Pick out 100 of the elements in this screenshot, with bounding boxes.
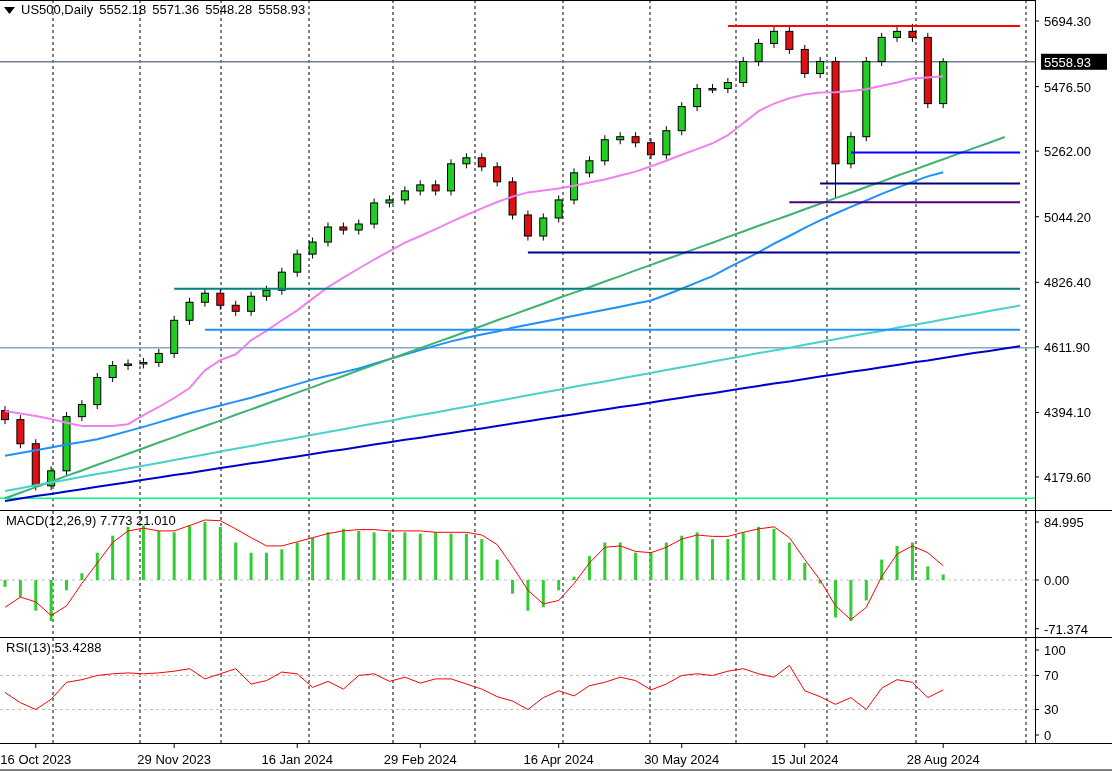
- candlestick: [800, 44, 809, 79]
- candlestick: [754, 38, 763, 67]
- axis-label: 5476.50: [1044, 79, 1091, 95]
- candlestick: [739, 56, 748, 88]
- symbol-title: US500,Daily: [21, 2, 94, 18]
- histogram-bar: [926, 566, 930, 580]
- axis-label: 4179.60: [1044, 469, 1091, 485]
- histogram-bar: [295, 542, 299, 580]
- dropdown-triangle-icon[interactable]: [4, 6, 15, 14]
- candlestick: [108, 360, 117, 383]
- histogram-bar: [480, 539, 484, 580]
- candlestick: [31, 438, 40, 491]
- candlestick: [447, 158, 455, 196]
- price-value: 5571.36: [152, 2, 200, 18]
- candlestick: [354, 219, 363, 236]
- axis-label: 84.995: [1044, 515, 1084, 531]
- histogram-bar: [541, 580, 545, 608]
- candlestick: [324, 222, 332, 248]
- axis-label: 29 Feb 2024: [383, 752, 457, 767]
- axis-label: 4394.10: [1044, 405, 1091, 421]
- candlestick: [816, 56, 825, 79]
- histogram-bar: [941, 574, 945, 580]
- histogram-bar: [772, 528, 776, 580]
- candlestick: [693, 83, 702, 112]
- candlestick: [662, 125, 671, 160]
- axis-label: 4611.90: [1044, 339, 1091, 355]
- histogram-bar: [372, 532, 376, 580]
- histogram-bar: [341, 528, 345, 580]
- candlestick: [677, 101, 686, 136]
- axis-label: 15 Jul 2024: [771, 752, 839, 767]
- histogram-bar: [464, 533, 468, 580]
- axis-label: 30: [1044, 702, 1059, 718]
- histogram-bar: [111, 535, 115, 580]
- histogram-bar: [188, 525, 192, 580]
- axis-label: 16 Apr 2024: [523, 752, 594, 767]
- axis-label: 5044.20: [1044, 209, 1091, 225]
- candlestick: [231, 300, 240, 317]
- axis-label: 5262.00: [1044, 144, 1091, 160]
- axis-label: 29 Nov 2023: [137, 752, 212, 767]
- histogram-bar: [434, 532, 438, 580]
- price-value: 5552.18: [99, 2, 147, 18]
- candlestick: [431, 179, 440, 196]
- price-value: 5548.28: [205, 2, 253, 18]
- histogram-bar: [787, 542, 791, 580]
- candlestick: [616, 131, 625, 145]
- histogram-bar: [818, 580, 822, 584]
- histogram-bar: [603, 542, 607, 580]
- chart-title: MACD(12,26,9) 7.773 21.010: [6, 513, 176, 529]
- candlestick: [1, 405, 9, 425]
- axis-label: 100: [1044, 643, 1066, 658]
- histogram-bar: [218, 526, 222, 580]
- candlestick: [416, 179, 425, 196]
- histogram-bar: [834, 580, 837, 618]
- histogram-bar: [249, 552, 253, 580]
- candlestick: [370, 197, 379, 229]
- histogram-bar: [357, 530, 361, 580]
- candlestick: [247, 291, 256, 317]
- candlestick: [570, 167, 579, 205]
- candlestick: [154, 348, 163, 368]
- histogram-bar: [157, 530, 161, 580]
- histogram-bar: [880, 559, 884, 580]
- histogram-bar: [264, 552, 268, 580]
- price-tag: 5558.93: [1041, 53, 1107, 70]
- histogram-bar: [864, 580, 868, 601]
- histogram-bar: [757, 526, 761, 580]
- candlestick: [523, 209, 532, 242]
- histogram-bar: [95, 552, 99, 580]
- histogram-bar: [741, 532, 745, 580]
- histogram-bar: [172, 532, 176, 580]
- candlestick: [77, 399, 86, 422]
- histogram-bar: [634, 552, 638, 580]
- candlestick: [893, 26, 902, 43]
- histogram-bar: [141, 525, 145, 580]
- histogram-bar: [3, 580, 7, 587]
- histogram-bar: [680, 535, 684, 580]
- axis-label: 0.00: [1044, 573, 1070, 588]
- candlestick: [339, 222, 348, 236]
- axis-label: 0: [1044, 728, 1052, 743]
- candlestick: [170, 315, 179, 359]
- histogram-bar: [34, 580, 38, 611]
- candlestick: [16, 414, 25, 449]
- candlestick: [631, 131, 640, 148]
- candlestick: [462, 152, 471, 169]
- histogram-bar: [326, 532, 330, 580]
- histogram-bar: [280, 549, 284, 580]
- candlestick: [785, 26, 794, 55]
- histogram-bar: [664, 542, 668, 580]
- axis-label: 16 Jan 2024: [261, 752, 333, 767]
- axis-label: 70: [1044, 668, 1059, 684]
- histogram-bar: [388, 532, 391, 580]
- histogram-bar: [726, 539, 730, 580]
- candlestick: [846, 131, 855, 169]
- histogram-bar: [557, 580, 561, 591]
- candlestick: [93, 372, 102, 410]
- histogram-bar: [126, 526, 130, 580]
- histogram-bar: [80, 573, 84, 580]
- candlestick: [262, 285, 271, 302]
- histogram-bar: [526, 580, 530, 611]
- candlestick: [200, 288, 209, 308]
- candlestick: [400, 185, 409, 205]
